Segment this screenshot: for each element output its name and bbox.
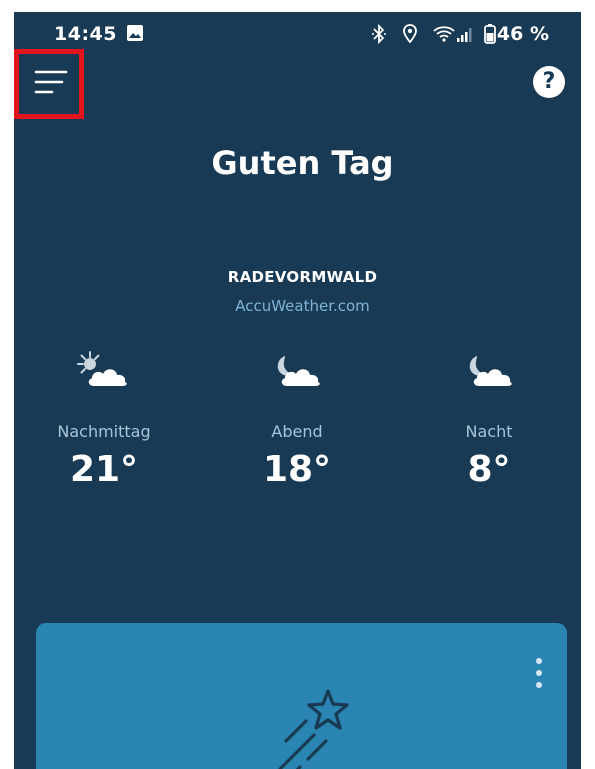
wifi-icon: [432, 24, 456, 48]
forecast-evening: Abend 18°: [207, 348, 387, 490]
feature-card[interactable]: [36, 623, 567, 769]
hamburger-menu-icon: [34, 70, 68, 94]
card-more-button[interactable]: [533, 656, 545, 690]
status-bar: 14:45 46 %: [14, 12, 581, 56]
image-icon: [126, 24, 144, 46]
forecast-temperature: 8°: [467, 449, 511, 490]
forecast-period: Nacht: [465, 422, 513, 441]
greeting-title: Guten Tag: [211, 144, 394, 182]
partly-cloudy-night-icon: [469, 356, 512, 386]
battery-percentage: 46 %: [496, 23, 549, 45]
status-time: 14:45: [54, 23, 117, 45]
forecast-temperature: 21°: [69, 449, 139, 490]
forecast-period: Abend: [271, 422, 323, 441]
weather-source-link[interactable]: AccuWeather.com: [14, 297, 581, 315]
signal-icon: [456, 24, 476, 48]
battery-icon: [484, 24, 496, 48]
forecast-night: Nacht 8°: [399, 348, 579, 490]
forecast-afternoon: Nachmittag 21°: [14, 348, 194, 490]
bluetooth-icon: [371, 23, 387, 48]
partly-cloudy-night-icon: [277, 356, 320, 386]
partly-sunny-icon: [77, 351, 127, 386]
location-icon: [402, 24, 418, 48]
forecast-period: Nachmittag: [57, 422, 151, 441]
shooting-star-icon: [256, 683, 356, 769]
menu-button[interactable]: [34, 68, 68, 102]
app-screen: 14:45 46 % ? Guten Tag RADEVORMWALD Accu…: [14, 12, 581, 769]
help-button[interactable]: ?: [533, 66, 565, 98]
location-name: RADEVORMWALD: [227, 268, 378, 286]
forecast-temperature: 18°: [262, 449, 332, 490]
more-vertical-icon: [536, 658, 542, 688]
